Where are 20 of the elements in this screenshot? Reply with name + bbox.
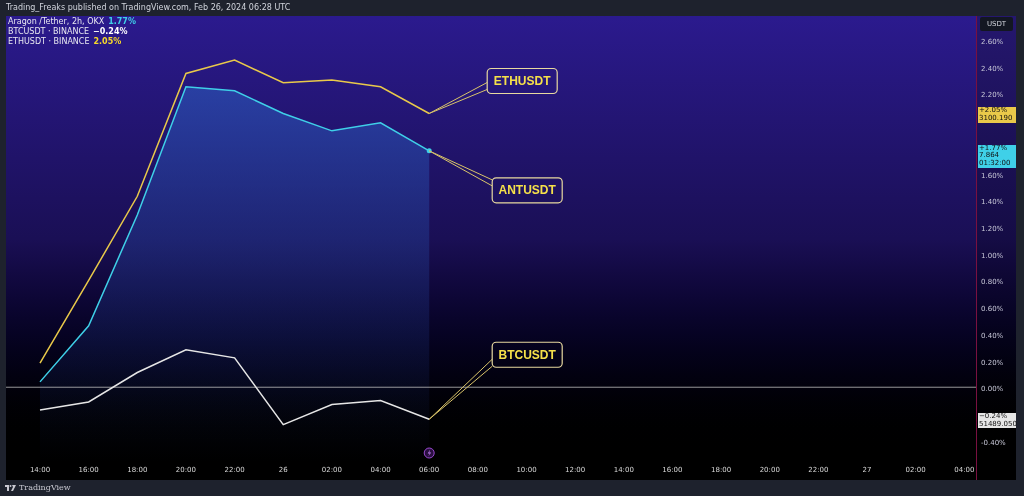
legend-value: −0.24% [93,27,128,37]
legend-value: 1.77% [108,17,136,27]
legend-label: BTCUSDT · BINANCE [8,27,90,37]
logo-icon [5,485,16,491]
lightning-icon [423,447,435,459]
publish-info: Trading_Freaks published on TradingView.com, Feb 26, 2024 06:28 UTC [5,2,292,14]
callout-box [491,177,563,204]
leader-line [428,150,493,187]
leader-line [428,358,493,420]
callout-label: ETHUSDT [493,74,551,88]
last-point-dot [426,148,432,154]
legend-value: 2.05% [93,37,122,47]
callout-label: BTCUSDT [498,347,556,362]
brand-name: TradingView [19,482,71,494]
legend-label: ETHUSDT · BINANCE [8,37,90,47]
callout-box [491,341,563,368]
leader-line [428,82,488,114]
legend-label: Aragon /Tether, 2h, OKX [8,17,105,27]
callout-box [486,67,558,95]
callout-label: ANTUSDT [498,183,556,198]
